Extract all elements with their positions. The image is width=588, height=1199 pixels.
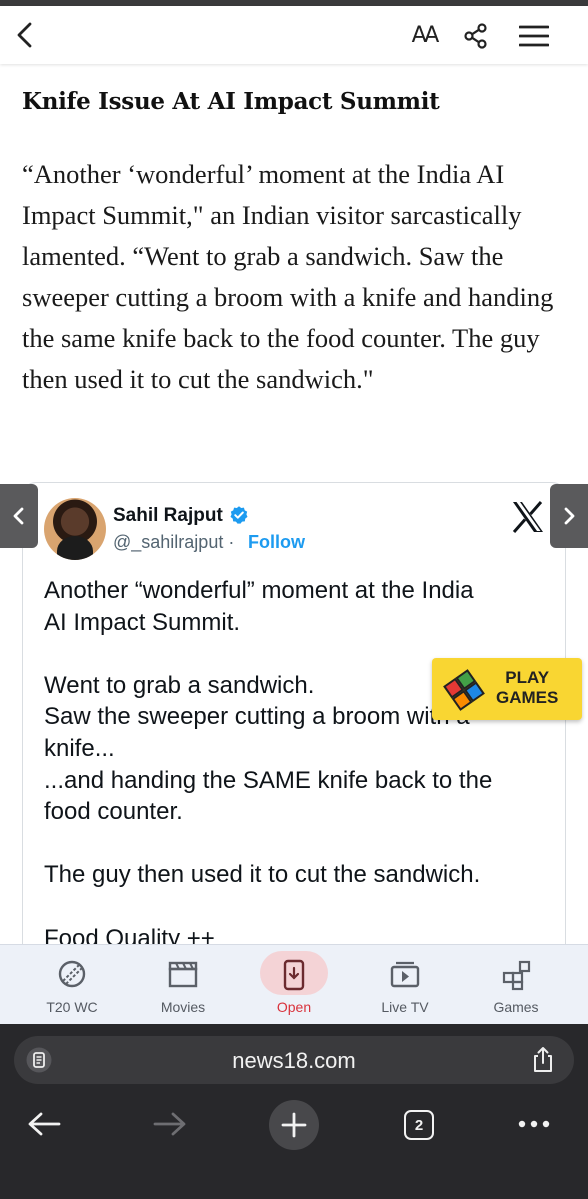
share-button[interactable]: [458, 18, 494, 54]
tv-play-icon: [390, 961, 420, 988]
hamburger-menu-icon: [519, 25, 549, 47]
plus-icon: [281, 1112, 307, 1138]
browser-toolbar: news18.com 2: [0, 1024, 588, 1199]
nav-label: Games: [493, 999, 539, 1015]
share-icon[interactable]: [530, 1046, 556, 1074]
text-size-label: AA: [411, 22, 440, 48]
article-body: “Another ‘wonderful’ moment at the India…: [22, 159, 554, 394]
verified-badge-icon: [230, 506, 248, 524]
carousel-prev-button[interactable]: [0, 484, 38, 548]
tweet-author-name[interactable]: Sahil Rajput: [113, 505, 223, 527]
article-title: Knife Issue At AI Impact Summit: [22, 88, 440, 115]
follow-link[interactable]: Follow: [248, 532, 305, 553]
puzzle-blocks-icon: [502, 960, 531, 991]
bottom-nav: T20 WC Movies Open Live TV Games: [0, 944, 588, 1025]
tab-count-box: 2: [404, 1110, 434, 1140]
menu-button[interactable]: [514, 18, 554, 54]
nav-item-open[interactable]: Open: [244, 945, 344, 1025]
play-games-button[interactable]: PLAY GAMES: [432, 658, 582, 720]
browser-forward-button[interactable]: [148, 1104, 192, 1144]
nav-item-games[interactable]: Games: [466, 945, 566, 1025]
more-options-button[interactable]: [512, 1104, 556, 1144]
download-phone-icon: [283, 959, 305, 991]
nav-item-live-tv[interactable]: Live TV: [355, 945, 455, 1025]
embedded-tweet[interactable]: Sahil Rajput @_sahilrajput · Follow Anot…: [22, 482, 566, 964]
address-bar[interactable]: news18.com: [14, 1036, 574, 1084]
separator-dot: ·: [228, 532, 235, 552]
tweet-text: Another “wonderful” moment at the India …: [44, 577, 493, 952]
nav-label: Live TV: [381, 999, 429, 1015]
play-label-line1: PLAY: [505, 668, 550, 687]
tweet-handle[interactable]: @_sahilrajput ·: [113, 532, 234, 553]
new-tab-button[interactable]: [269, 1100, 319, 1150]
chevron-left-icon: [17, 22, 32, 48]
handle-text: @_sahilrajput: [113, 532, 224, 552]
arrow-left-icon: [28, 1112, 61, 1136]
nav-item-t20wc[interactable]: T20 WC: [22, 945, 122, 1025]
nav-label: Open: [276, 999, 312, 1015]
nav-label: T20 WC: [46, 999, 98, 1015]
play-label-line2: GAMES: [496, 688, 559, 707]
tabs-button[interactable]: 2: [398, 1104, 440, 1146]
article-header: AA: [0, 6, 588, 64]
back-button[interactable]: [8, 18, 42, 52]
arrow-right-icon: [153, 1112, 186, 1136]
browser-back-button[interactable]: [22, 1104, 66, 1144]
play-games-label: PLAY GAMES: [496, 668, 558, 708]
nav-label: Movies: [160, 999, 206, 1015]
clapperboard-icon: [168, 961, 198, 988]
share-icon: [464, 23, 487, 49]
cricket-ball-icon: [58, 960, 86, 988]
tab-count: 2: [414, 1116, 424, 1134]
x-logo-icon[interactable]: [511, 501, 545, 533]
avatar[interactable]: [44, 498, 106, 560]
more-dots-icon: [518, 1120, 550, 1128]
text-size-button[interactable]: AA: [404, 18, 444, 52]
puzzle-icon: [443, 669, 485, 711]
nav-item-movies[interactable]: Movies: [133, 945, 233, 1025]
url-text: news18.com: [232, 1048, 356, 1073]
chevron-left-icon: [13, 507, 24, 525]
carousel-next-button[interactable]: [550, 484, 588, 548]
chevron-right-icon: [564, 507, 575, 525]
